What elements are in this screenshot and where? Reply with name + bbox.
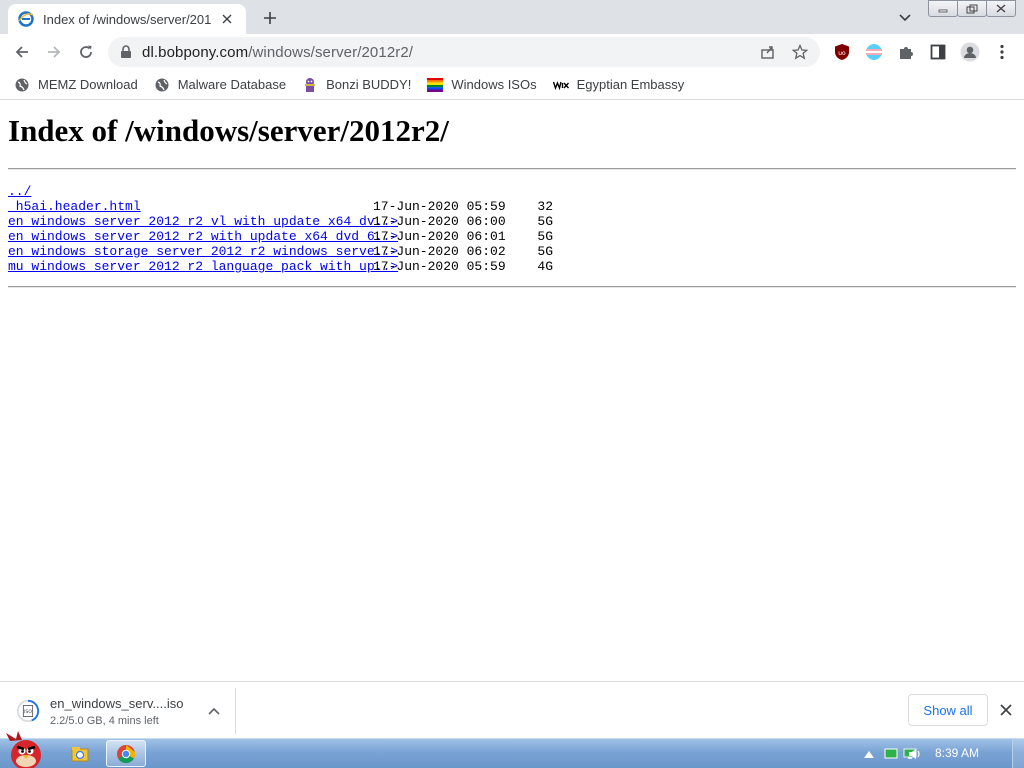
show-desktop-button[interactable] <box>1012 739 1024 768</box>
new-tab-icon[interactable] <box>258 6 282 30</box>
ie-icon <box>18 11 34 27</box>
file-link[interactable]: mu_windows_server_2012_r2_language_pack_… <box>8 259 398 274</box>
bookmark-bonzi-buddy[interactable]: Bonzi BUDDY! <box>302 73 411 97</box>
url-path: /windows/server/2012r2/ <box>248 43 414 61</box>
lock-icon[interactable] <box>120 45 132 59</box>
divider-top <box>8 168 1016 170</box>
show-all-button[interactable]: Show all <box>908 694 988 726</box>
file-size: 5G <box>537 244 553 259</box>
rainbow-flag-icon <box>427 77 444 93</box>
show-hidden-icons-icon[interactable] <box>862 747 876 761</box>
bookmark-memz-download[interactable]: MEMZ Download <box>14 73 138 97</box>
wix-icon <box>552 77 569 93</box>
extensions-puzzle-icon[interactable] <box>892 38 920 66</box>
globe-icon <box>14 77 30 93</box>
forward-icon[interactable] <box>40 38 68 66</box>
browser-toolbar: dl.bobpony.com/windows/server/2012r2/ uo <box>0 34 1024 70</box>
back-icon[interactable] <box>8 38 36 66</box>
start-button[interactable] <box>2 731 50 768</box>
download-filename: en_windows_serv....iso <box>50 695 184 711</box>
profile-avatar-icon[interactable] <box>956 38 984 66</box>
url-text: dl.bobpony.com/windows/server/2012r2/ <box>142 44 413 61</box>
download-status: 2.2/5.0 GB, 4 mins left <box>50 714 159 727</box>
url-host: dl.bobpony.com <box>142 43 249 61</box>
bookmark-label: Windows ISOs <box>451 77 537 92</box>
list-item: ../ <box>8 184 553 199</box>
bookmark-label: Bonzi BUDDY! <box>326 77 412 92</box>
chevron-up-icon[interactable] <box>204 701 224 721</box>
divider-bottom <box>8 286 1016 288</box>
download-item[interactable]: ISO en_windows_serv....iso 2.2/5.0 GB, 4… <box>8 688 236 734</box>
file-date: 17-Jun-2020 05:59 <box>373 199 506 214</box>
file-size: 32 <box>537 199 553 214</box>
tab-search-icon[interactable] <box>894 7 916 29</box>
parent-directory-link[interactable]: ../ <box>8 184 31 199</box>
address-bar[interactable]: dl.bobpony.com/windows/server/2012r2/ <box>108 37 820 67</box>
bookmark-malware-database[interactable]: Malware Database <box>154 73 286 97</box>
globe-icon <box>154 77 170 93</box>
flag-icon[interactable] <box>884 747 898 761</box>
restore-icon[interactable] <box>957 0 987 17</box>
bonzi-icon <box>302 77 318 93</box>
file-size: 5G <box>537 229 553 244</box>
close-window-icon[interactable] <box>986 0 1016 17</box>
disc-image-file-icon: ISO <box>16 699 40 723</box>
download-shelf: ISO en_windows_serv....iso 2.2/5.0 GB, 4… <box>0 681 1024 738</box>
file-link[interactable]: en_windows_server_2012_r2_with_update_x6… <box>8 229 398 244</box>
file-link[interactable]: en_windows_server_2012_r2_vl_with_update… <box>8 214 398 229</box>
list-item: en_windows_server_2012_r2_with_update_x6… <box>8 229 553 244</box>
tab-title: Index of /windows/server/201 <box>43 11 212 27</box>
reload-icon[interactable] <box>72 38 100 66</box>
browser-tab[interactable]: Index of /windows/server/201 <box>8 4 246 34</box>
explorer-icon[interactable] <box>60 740 100 767</box>
list-item: en_windows_server_2012_r2_vl_with_update… <box>8 214 553 229</box>
bookmark-star-icon[interactable] <box>790 42 810 62</box>
list-item: mu_windows_server_2012_r2_language_pack_… <box>8 259 553 274</box>
page-content: Index of /windows/server/2012r2/ ../ _h5… <box>0 101 1024 681</box>
ublock-icon[interactable]: uo <box>828 38 856 66</box>
file-size: 5G <box>537 214 553 229</box>
bookmark-label: Egyptian Embassy <box>576 77 685 92</box>
file-date: 17-Jun-2020 05:59 <box>373 259 506 274</box>
bookmark-label: Malware Database <box>177 77 287 92</box>
chrome-icon[interactable] <box>106 740 146 767</box>
svg-text:ISO: ISO <box>24 709 32 715</box>
list-item: _h5ai.header.html 17-Jun-2020 05:59 32 <box>8 199 553 214</box>
close-tab-icon[interactable] <box>218 10 236 28</box>
tab-strip: Index of /windows/server/201 <box>0 0 1024 34</box>
svg-text:uo: uo <box>838 50 846 57</box>
bookmark-egyptian-embassy[interactable]: Egyptian Embassy <box>552 73 685 97</box>
extension-flag-icon[interactable] <box>860 38 888 66</box>
side-panel-icon[interactable] <box>924 38 952 66</box>
page-title: Index of /windows/server/2012r2/ <box>8 113 449 148</box>
window-controls <box>928 0 1018 18</box>
close-shelf-icon[interactable] <box>996 700 1016 720</box>
file-date: 17-Jun-2020 06:00 <box>373 214 506 229</box>
menu-kebab-icon[interactable] <box>988 38 1016 66</box>
share-icon[interactable] <box>758 42 778 62</box>
taskbar-clock[interactable]: 8:39 AM <box>935 746 979 760</box>
bookmarks-bar: MEMZ Download Malware Database Bonzi BUD… <box>0 70 1024 100</box>
volume-icon[interactable] <box>908 747 922 761</box>
taskbar: 8:39 AM <box>0 731 1024 768</box>
file-link[interactable]: _h5ai.header.html <box>8 199 141 214</box>
file-size: 4G <box>537 259 553 274</box>
bookmark-label: MEMZ Download <box>38 77 138 92</box>
minimize-icon[interactable] <box>928 0 958 17</box>
file-date: 17-Jun-2020 06:02 <box>373 244 506 259</box>
list-item: en_windows_storage_server_2012_r2_window… <box>8 244 553 259</box>
file-link[interactable]: en_windows_storage_server_2012_r2_window… <box>8 244 398 259</box>
file-listing: ../ _h5ai.header.html 17-Jun-2020 05:59 … <box>8 184 553 274</box>
bookmark-windows-isos[interactable]: Windows ISOs <box>427 73 537 97</box>
file-date: 17-Jun-2020 06:01 <box>373 229 506 244</box>
